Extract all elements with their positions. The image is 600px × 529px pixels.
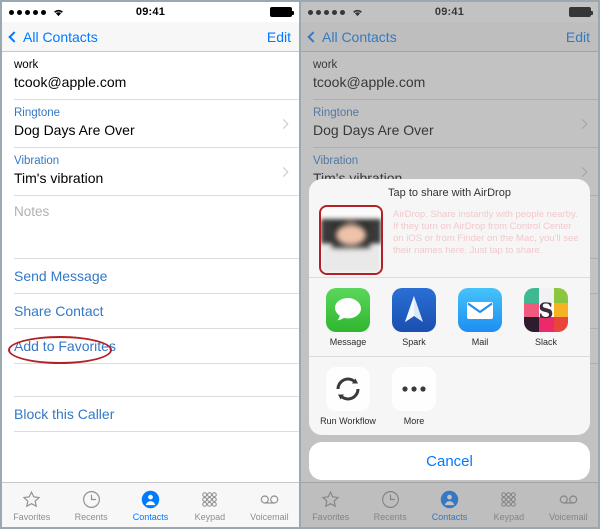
chevron-left-icon — [8, 30, 20, 43]
notes-placeholder: Notes — [14, 204, 50, 219]
share-contact-button[interactable]: Share Contact — [2, 294, 299, 328]
share-action-run-workflow[interactable]: Run Workflow — [315, 367, 381, 427]
keypad-grid-icon — [198, 488, 222, 510]
star-icon — [20, 488, 44, 510]
work-email-row[interactable]: work tcook@apple.com — [2, 52, 299, 99]
avatar-image — [321, 207, 381, 273]
share-app-slack[interactable]: S Slack — [513, 288, 579, 348]
mail-app-icon — [458, 288, 502, 332]
share-app-mail[interactable]: Mail — [447, 288, 513, 348]
airdrop-body: AirDrop. Share instantly with people nea… — [309, 203, 590, 277]
share-app-message[interactable]: Message — [315, 288, 381, 348]
tab-label: Contacts — [132, 512, 169, 522]
ringtone-value: Dog Days Are Over — [14, 122, 135, 138]
battery-full-icon — [270, 7, 294, 17]
vibration-row[interactable]: Vibration Tim's vibration — [2, 148, 299, 195]
tab-label: Keypad — [194, 512, 226, 522]
block-this-caller-button[interactable]: Block this Caller — [2, 397, 299, 431]
notes-field[interactable]: Notes — [2, 196, 299, 258]
back-button-label: All Contacts — [23, 28, 98, 45]
vibration-label: Vibration — [14, 155, 60, 167]
app-label: Spark — [402, 337, 426, 347]
add-to-favorites-button[interactable]: Add to Favorites — [2, 329, 299, 363]
tab-recents[interactable]: Recents — [61, 488, 120, 522]
back-button[interactable]: All Contacts — [8, 28, 98, 45]
share-app-spark[interactable]: Spark — [381, 288, 447, 348]
share-actions-row: Run Workflow More — [309, 357, 590, 435]
status-time: 09:41 — [135, 6, 166, 18]
spacer — [2, 364, 299, 396]
send-message-button[interactable]: Send Message — [2, 259, 299, 293]
vibration-value: Tim's vibration — [14, 170, 104, 186]
tab-favorites[interactable]: Favorites — [2, 488, 61, 522]
person-icon — [139, 488, 163, 510]
ringtone-label: Ringtone — [14, 107, 61, 119]
share-action-sheet: Tap to share with AirDrop AirDrop. Share… — [309, 179, 590, 480]
ringtone-row[interactable]: Ringtone Dog Days Are Over — [2, 100, 299, 147]
action-label: More — [403, 416, 425, 426]
tab-label: Recents — [74, 512, 108, 522]
screenshot-root: 09:41 All Contacts Edit work tcook@apple… — [0, 0, 600, 529]
cancel-button[interactable]: Cancel — [309, 442, 590, 480]
cancel-button-label: Cancel — [426, 452, 473, 470]
share-apps-row: Message Spark Mail S Slack — [309, 278, 590, 356]
svg-text:S: S — [538, 298, 553, 323]
work-email-value: tcook@apple.com — [14, 74, 127, 90]
action-label: Run Workflow — [320, 416, 376, 426]
ellipsis-icon — [392, 367, 436, 411]
airdrop-contact-avatar[interactable] — [319, 205, 383, 275]
contact-detail-list: work tcook@apple.com Ringtone Dog Days A… — [2, 52, 299, 482]
tab-voicemail[interactable]: Voicemail — [240, 488, 299, 522]
tab-keypad[interactable]: Keypad — [180, 488, 239, 522]
messages-app-icon — [326, 288, 370, 332]
app-label: Slack — [534, 337, 557, 347]
clock-icon — [79, 488, 103, 510]
separator — [14, 431, 299, 432]
navigation-bar: All Contacts Edit — [2, 22, 299, 52]
edit-button[interactable]: Edit — [267, 29, 291, 45]
tab-contacts[interactable]: Contacts — [121, 488, 180, 522]
phone-screen-right: 09:41 All Contacts Edit work tcook@apple… — [300, 0, 600, 529]
status-bar: 09:41 — [2, 2, 299, 22]
voicemail-icon — [257, 488, 281, 510]
tab-label: Voicemail — [250, 512, 289, 522]
airdrop-card: Tap to share with AirDrop AirDrop. Share… — [309, 179, 590, 435]
tab-bar: Favorites Recents Contacts Keypad Voicem… — [2, 482, 299, 527]
slack-app-icon: S — [524, 288, 568, 332]
spark-app-icon — [392, 288, 436, 332]
phone-screen-left: 09:41 All Contacts Edit work tcook@apple… — [0, 0, 300, 529]
work-label: work — [14, 59, 39, 71]
app-label: Mail — [471, 337, 489, 347]
share-action-more[interactable]: More — [381, 367, 447, 427]
tab-label: Favorites — [13, 512, 51, 522]
refresh-arrows-icon — [326, 367, 370, 411]
app-label: Message — [329, 337, 367, 347]
airdrop-title: Tap to share with AirDrop — [388, 187, 511, 199]
